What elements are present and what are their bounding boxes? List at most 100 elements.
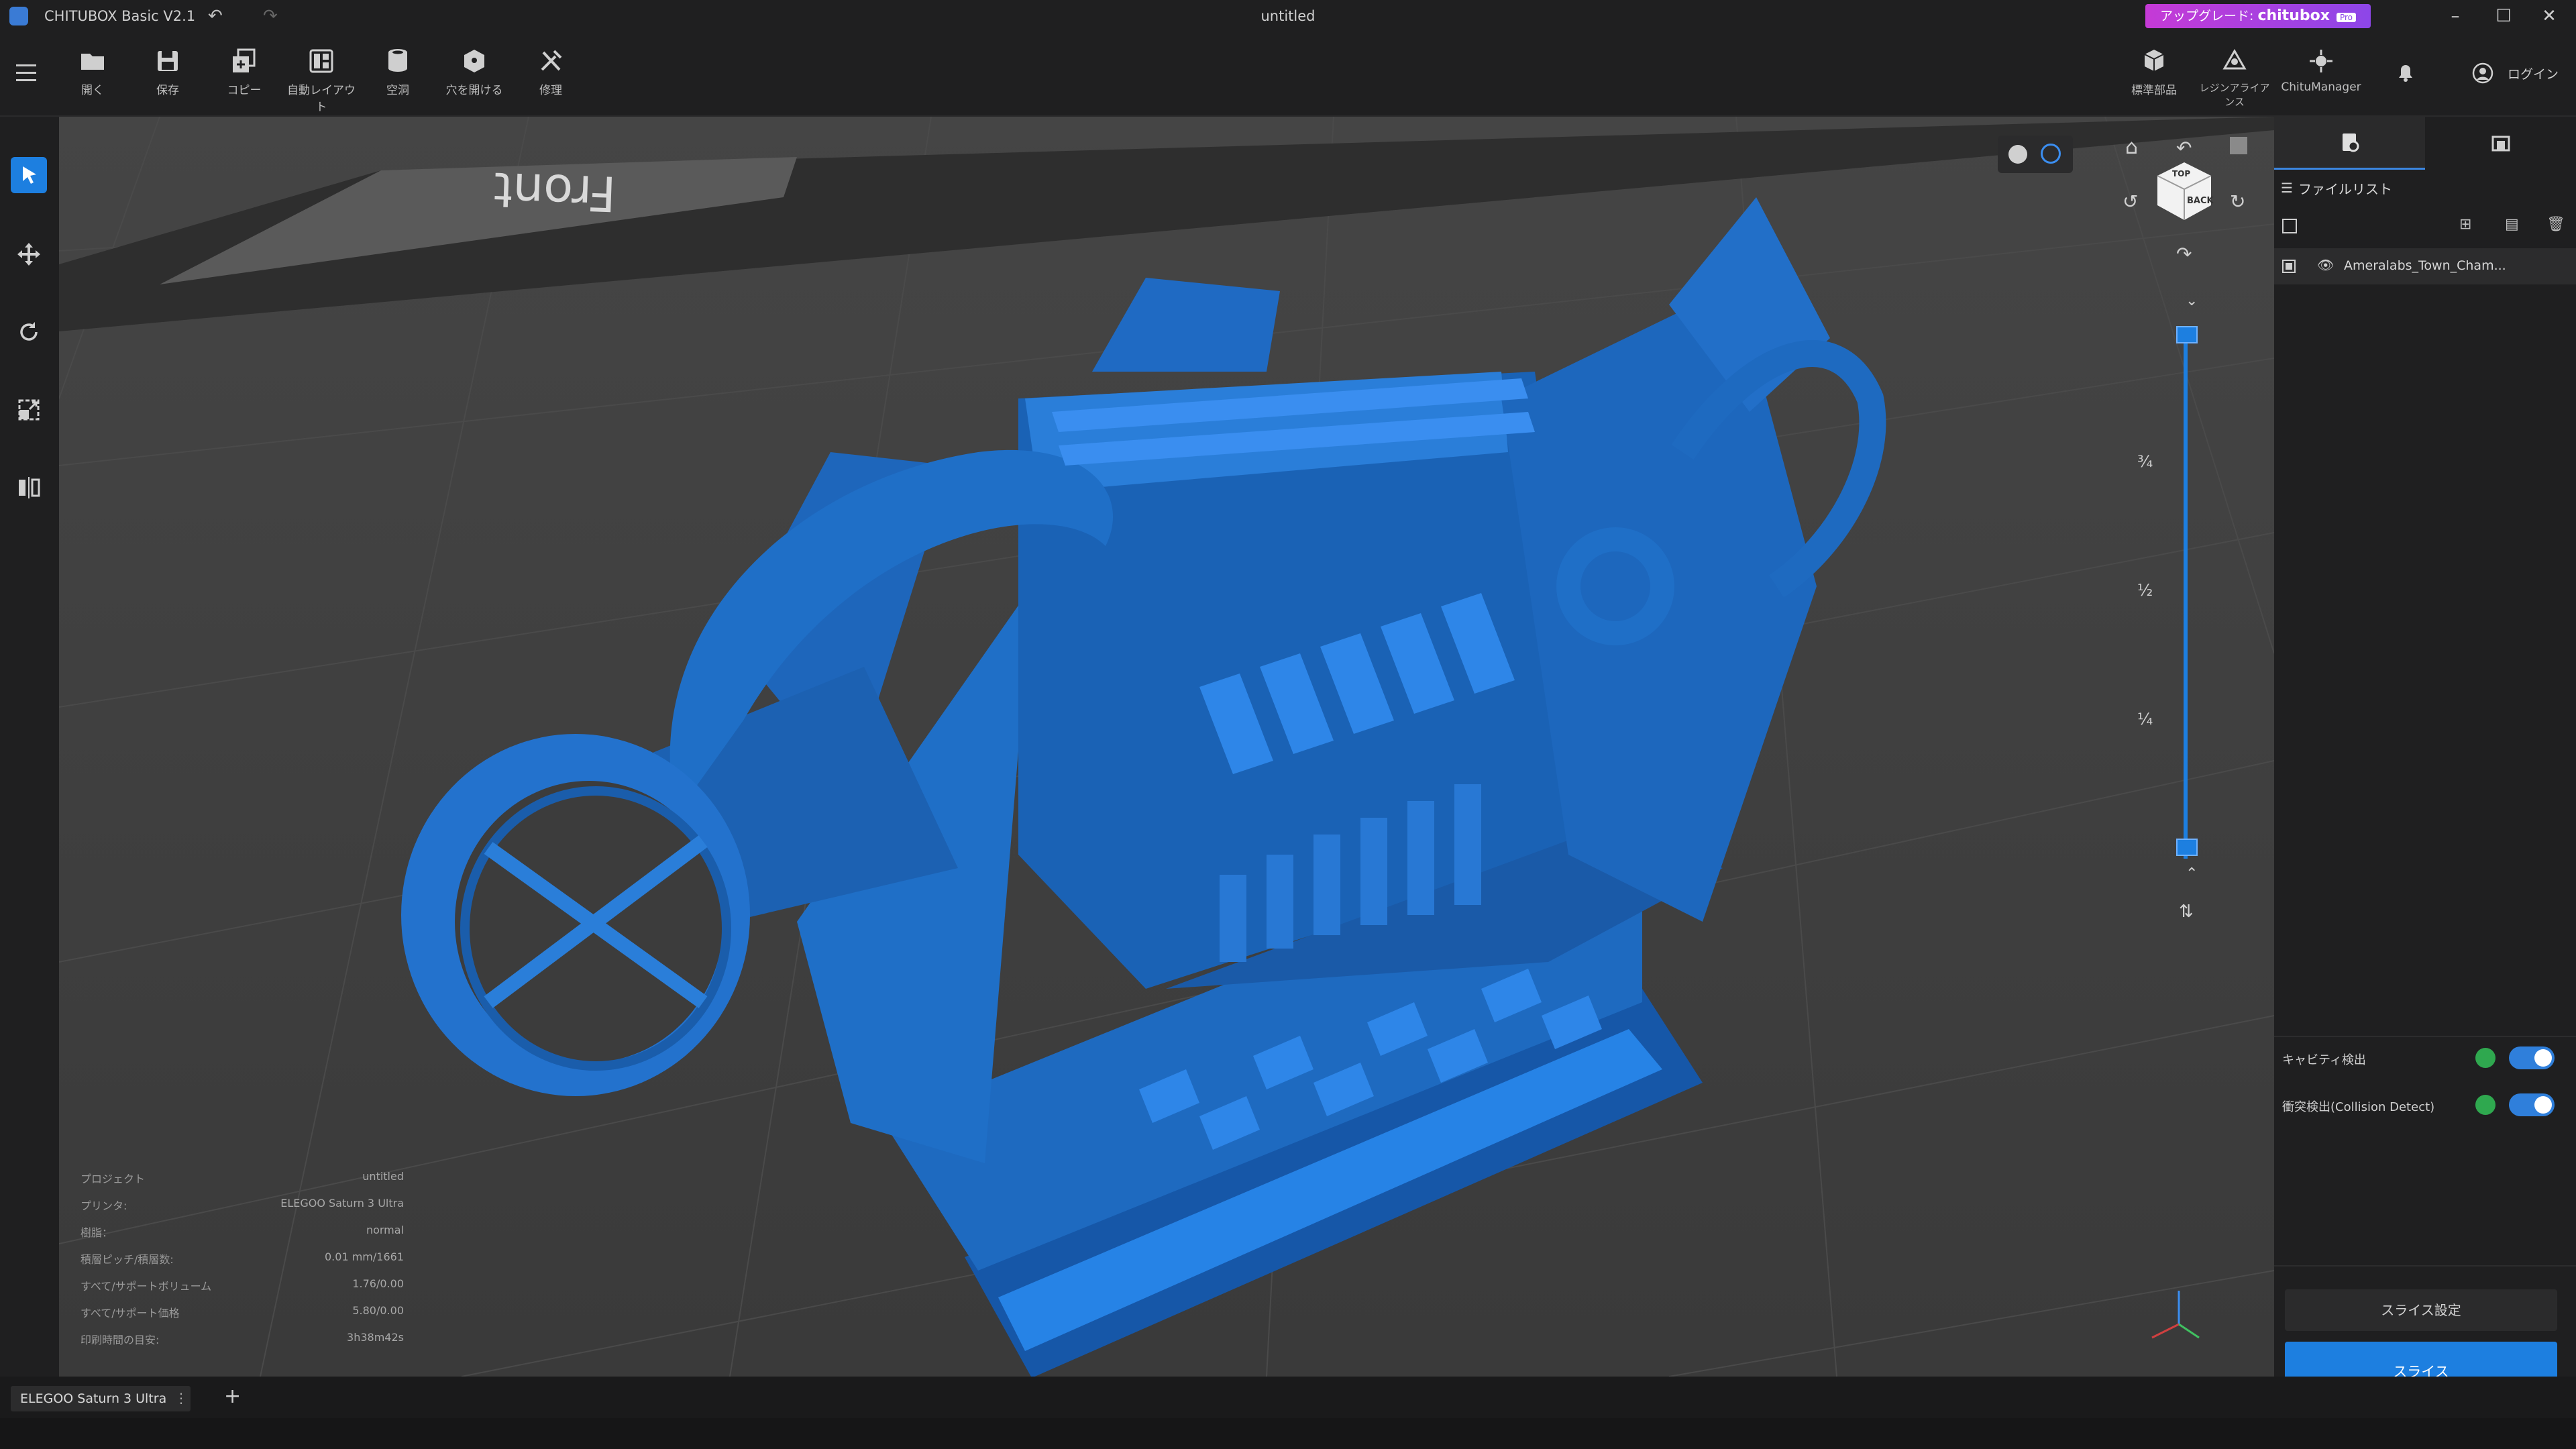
mirror-tool-button[interactable] [11, 470, 47, 506]
upgrade-brand: chitubox [2257, 7, 2330, 24]
layer-slider-bottom-handle[interactable] [2176, 839, 2198, 856]
slice-settings-button[interactable]: スライス設定 [2285, 1289, 2557, 1331]
resin-alliance-button[interactable]: レジンアライアンス [2198, 46, 2271, 109]
cavity-detect-label: キャビティ検出 [2282, 1053, 2366, 1067]
select-tool-button[interactable] [11, 157, 47, 193]
move-tool-button[interactable] [11, 236, 47, 272]
info-value-project: untitled [362, 1170, 404, 1183]
info-label-project: プロジェクト [80, 1173, 146, 1185]
open-label: 開く [81, 84, 104, 97]
file-settings-icon [2343, 133, 2359, 152]
file-list-item[interactable]: 👁 Ameralabs_Town_Cham... [2274, 248, 2576, 284]
hollow-button[interactable]: 空洞 [361, 46, 435, 97]
standard-parts-button[interactable]: 標準部品 [2117, 46, 2191, 97]
select-all-checkbox[interactable] [2282, 219, 2297, 233]
chitu-manager-label: ChituManager [2281, 80, 2361, 94]
layer-slider-track[interactable] [2184, 331, 2188, 859]
repair-icon [541, 50, 562, 71]
group-icon[interactable]: ▤ [2505, 216, 2519, 233]
rotate-top-icon[interactable]: ↶ [2176, 137, 2192, 159]
slider-up-chevron-icon[interactable]: ⌄ [2186, 292, 2198, 309]
xray-shading-icon[interactable] [2041, 144, 2061, 164]
status-bar [0, 1418, 2576, 1449]
login-link[interactable]: ログイン [2508, 64, 2559, 83]
info-label-price: すべて/サポート価格 [80, 1307, 180, 1320]
cavity-detect-toggle[interactable] [2509, 1046, 2555, 1069]
file-checkbox[interactable] [2282, 260, 2296, 273]
rotate-bottom-icon[interactable]: ↷ [2176, 243, 2192, 265]
printer-tab-label: ELEGOO Saturn 3 Ultra [20, 1391, 167, 1406]
view-cube-top-label: TOP [2172, 169, 2191, 178]
view-cube[interactable]: TOP BACK [2152, 160, 2216, 224]
mirror-icon [19, 477, 40, 498]
cursor-icon [23, 166, 36, 184]
delete-icon[interactable]: 🗑 [2546, 216, 2565, 233]
app-title: CHITUBOX Basic V2.1 [44, 8, 196, 24]
project-info-panel: プロジェクト untitled プリンタ: ELEGOO Saturn 3 Ul… [80, 1170, 456, 1364]
chitu-manager-button[interactable]: ChituManager [2281, 46, 2361, 94]
standard-parts-label: 標準部品 [2131, 84, 2177, 97]
resin-alliance-icon [2222, 48, 2247, 70]
eye-icon[interactable]: 👁 [2317, 257, 2334, 273]
user-avatar-icon[interactable] [2471, 62, 2494, 85]
move-arrows-icon [17, 243, 40, 266]
scale-tool-button[interactable] [11, 392, 47, 428]
chitu-manager-icon [2310, 50, 2332, 72]
collision-status-icon [2475, 1095, 2496, 1115]
rotate-left-icon[interactable]: ↺ [2123, 191, 2138, 213]
plate-front-label: Front [493, 162, 617, 222]
file-name: Ameralabs_Town_Cham... [2344, 258, 2506, 273]
home-view-icon[interactable]: ⌂ [2125, 136, 2138, 159]
hamburger-menu-icon[interactable] [16, 63, 39, 83]
resin-alliance-label: レジンアライアンス [2199, 82, 2270, 108]
slider-mark-quarter: ¼ [2137, 710, 2153, 729]
minimize-icon[interactable]: – [2442, 4, 2469, 28]
maximize-icon[interactable]: ☐ [2490, 4, 2517, 28]
save-icon [158, 51, 178, 71]
undo-icon[interactable]: ↶ [208, 7, 223, 25]
open-button[interactable]: 開く [56, 46, 129, 97]
render-mode-toggle[interactable] [1998, 136, 2073, 173]
rotate-right-icon[interactable]: ↻ [2230, 191, 2245, 213]
info-value-printer: ELEGOO Saturn 3 Ultra [280, 1197, 404, 1210]
repair-button[interactable]: 修理 [514, 46, 588, 97]
close-icon[interactable]: ✕ [2536, 4, 2563, 28]
notification-bell-icon[interactable] [2392, 59, 2419, 86]
list-icon: ☰ [2281, 180, 2293, 196]
save-button[interactable]: 保存 [131, 46, 205, 97]
copy-label: コピー [227, 84, 262, 97]
rotate-tool-button[interactable] [11, 314, 47, 350]
rotate-icon [20, 322, 38, 341]
3d-viewport[interactable]: Front ⌂ ↶ ↺ ↻ ↷ TOP BACK ⌄ ¾ ½ ¼ ⌃ ⇅ プロジ… [59, 117, 2274, 1377]
copy-button[interactable]: コピー [207, 46, 281, 97]
add-file-icon[interactable]: ⊞ [2459, 216, 2471, 233]
info-value-volume: 1.76/0.00 [352, 1277, 404, 1290]
hollow-icon [388, 49, 407, 72]
auto-layout-button[interactable]: 自動レイアウト [284, 46, 358, 114]
more-options-icon[interactable]: ⋮ [174, 1390, 188, 1406]
upgrade-prefix: アップグレード: [2159, 9, 2254, 23]
info-value-price: 5.80/0.00 [352, 1304, 404, 1317]
solid-shading-icon[interactable] [2008, 145, 2027, 164]
slider-mark-three-quarters: ¾ [2137, 452, 2153, 471]
printer-tab[interactable]: ELEGOO Saturn 3 Ultra ⋮ [11, 1386, 191, 1411]
tab-material[interactable] [2425, 117, 2576, 168]
file-list-title: ファイルリスト [2298, 181, 2392, 197]
collision-detect-toggle[interactable] [2509, 1093, 2555, 1116]
info-label-printer: プリンタ: [80, 1199, 127, 1212]
tab-file-list[interactable] [2274, 117, 2425, 170]
auto-layout-icon [309, 49, 333, 73]
copy-icon [233, 48, 256, 72]
perspective-icon[interactable] [2230, 137, 2247, 154]
app-logo-icon [9, 7, 28, 25]
upgrade-button[interactable]: アップグレード: chitubox Pro [2145, 4, 2371, 28]
slider-down-chevron-icon[interactable]: ⌃ [2186, 865, 2198, 882]
drill-hole-button[interactable]: 穴を開ける [437, 46, 511, 97]
slider-swap-icon[interactable]: ⇅ [2179, 902, 2194, 922]
layer-slider-top-handle[interactable] [2176, 326, 2198, 343]
redo-icon[interactable]: ↷ [263, 7, 278, 25]
info-label-resin: 樹脂： [80, 1226, 113, 1239]
folder-open-icon [81, 54, 104, 70]
right-panel: ☰ ファイルリスト ⊞ ▤ 🗑 👁 Ameralabs_Town_Cham...… [2274, 117, 2576, 1418]
add-printer-tab-button[interactable]: + [224, 1385, 241, 1408]
